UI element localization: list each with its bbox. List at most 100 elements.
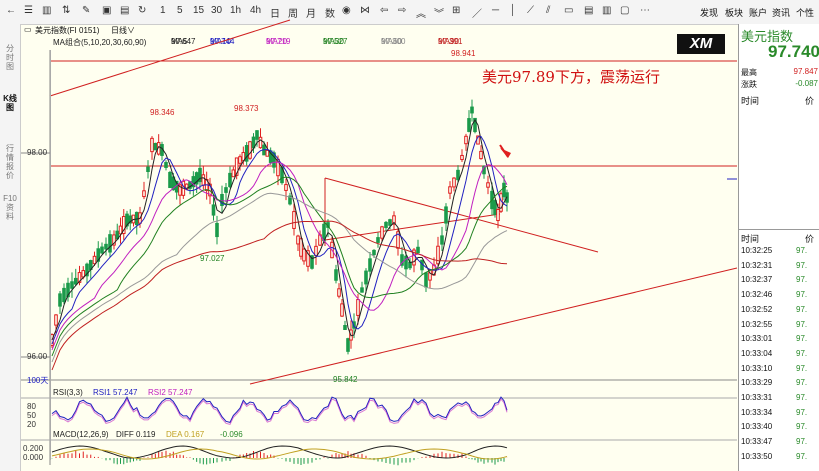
- candle-body: [201, 174, 206, 186]
- price-axis: 98.00 96.00 100天 80 50 20 0.200 0.000: [21, 50, 51, 462]
- candle-body: [231, 169, 236, 178]
- tick-row: 10:32:31 97.: [741, 261, 819, 270]
- candle-body: [364, 270, 368, 285]
- candle-body: [337, 288, 341, 297]
- candle-body: [376, 237, 380, 243]
- macd-legend: MACD(12,26,9) DIFF 0.119 DEA 0.167 -0.09…: [53, 430, 453, 441]
- tick-price: 97.: [796, 290, 808, 300]
- rsi-tick-80: 80: [27, 402, 36, 411]
- candle-body: [372, 249, 376, 256]
- time-header: 时间: [741, 234, 760, 244]
- tick-price: 97.: [796, 363, 808, 373]
- candle-body: [244, 145, 249, 162]
- candle-body: [92, 255, 97, 265]
- candle-body: [215, 222, 219, 238]
- candle-body: [58, 293, 62, 307]
- rsi-legend: RSI(3,3) RSI1 57.247 RSI2 57.247: [53, 388, 453, 399]
- tick-price: 97.: [796, 348, 808, 358]
- tick-price: 97.: [796, 393, 808, 402]
- y-tick-96: 96.00: [27, 352, 48, 361]
- time-header-top: 时间: [741, 96, 760, 106]
- candle-body: [346, 338, 350, 352]
- label-bottom-95842: 95.842: [333, 375, 358, 384]
- label-high-98346: 98.346: [150, 108, 175, 117]
- macd-title[interactable]: MACD(12,26,9): [53, 430, 109, 439]
- tick-price: 97.: [796, 378, 808, 388]
- trendline-upper[interactable]: [49, 19, 291, 97]
- candle-body: [479, 150, 483, 160]
- candle-body: [388, 219, 392, 226]
- candle-body: [467, 118, 471, 132]
- tick-row: 10:33:34 97.: [741, 408, 819, 417]
- rsi2-value: RSI2 57.247: [148, 388, 193, 397]
- candle-body: [486, 182, 490, 188]
- tick-time: 10:33:01: [741, 334, 773, 344]
- candle-body: [228, 172, 232, 188]
- candle-body: [54, 314, 58, 326]
- candle-body: [62, 287, 66, 303]
- candle-body: [340, 303, 344, 317]
- candle-body: [464, 135, 468, 145]
- candle-body: [211, 204, 216, 216]
- rsi-tick-20: 20: [27, 420, 36, 429]
- tick-row: 10:33:04 97.: [741, 349, 819, 358]
- tick-time: 10:33:31: [741, 393, 773, 402]
- tick-price: 97.: [796, 451, 808, 461]
- candle-body: [496, 208, 500, 222]
- tick-time: 10:33:10: [741, 363, 773, 373]
- candle-body: [408, 261, 412, 269]
- tick-time: 10:32:31: [741, 260, 773, 270]
- tick-time: 10:32:37: [741, 275, 773, 285]
- tick-time: 10:32:46: [741, 290, 773, 300]
- macd-diff-value: DIFF 0.119: [116, 430, 156, 439]
- candle-body: [299, 238, 303, 257]
- candle-body: [73, 277, 78, 285]
- candle-body: [460, 154, 464, 161]
- candle-body: [164, 162, 168, 168]
- analysis-annotation: 美元97.89下方，震荡运行: [482, 68, 660, 86]
- candle-body: [384, 221, 388, 229]
- candle-body: [436, 245, 440, 265]
- tick-time: 10:33:29: [741, 378, 773, 388]
- candle-body: [153, 142, 158, 151]
- price-header-top: 价: [805, 96, 815, 106]
- candle-body: [380, 226, 384, 239]
- tick-row: 10:33:10 97.: [741, 364, 819, 373]
- label-low-97027: 97.027: [200, 254, 225, 263]
- last-price: 97.740: [768, 42, 819, 61]
- kline-chart[interactable]: [0, 0, 819, 471]
- candle-body: [70, 281, 74, 289]
- candle-body: [456, 169, 460, 181]
- high-value: 97.847: [793, 67, 818, 76]
- rsi2-line: [51, 398, 508, 425]
- tick-price: 97.: [796, 422, 808, 432]
- tick-price: 97.: [796, 275, 808, 285]
- label-high-98373: 98.373: [234, 104, 259, 113]
- tick-price: 97.: [796, 334, 808, 344]
- candle-body: [314, 245, 318, 257]
- tick-price: 97.: [796, 437, 808, 447]
- tick-row: 10:32:25 97.: [741, 246, 819, 255]
- candle-body: [334, 269, 338, 281]
- candle-body: [104, 243, 108, 250]
- candle-body: [343, 324, 347, 331]
- tick-row: 10:33:01 97.: [741, 334, 819, 343]
- change-value: -0.087: [795, 79, 818, 88]
- candle-body: [108, 234, 112, 253]
- tick-time: 10:33:50: [741, 451, 773, 461]
- rsi-title[interactable]: RSI(3,3): [53, 388, 83, 397]
- candle-body: [150, 137, 154, 153]
- ma30-line: [51, 176, 508, 357]
- label-peak-98941: 98.941: [451, 49, 476, 58]
- candle-body: [360, 287, 364, 293]
- trendline-bottom-support[interactable]: [249, 267, 738, 385]
- tick-time: 10:33:34: [741, 407, 773, 417]
- tick-row: 10:33:50 97.: [741, 452, 819, 461]
- tick-time: 10:32:25: [741, 246, 773, 255]
- macd-tick-0: 0.000: [23, 453, 44, 462]
- candle-body: [292, 211, 296, 229]
- candle-body: [493, 200, 497, 215]
- tick-time: 10:33:04: [741, 348, 773, 358]
- tick-row: 10:33:47 97.: [741, 437, 819, 446]
- tick-row: 10:32:52 97.: [741, 305, 819, 314]
